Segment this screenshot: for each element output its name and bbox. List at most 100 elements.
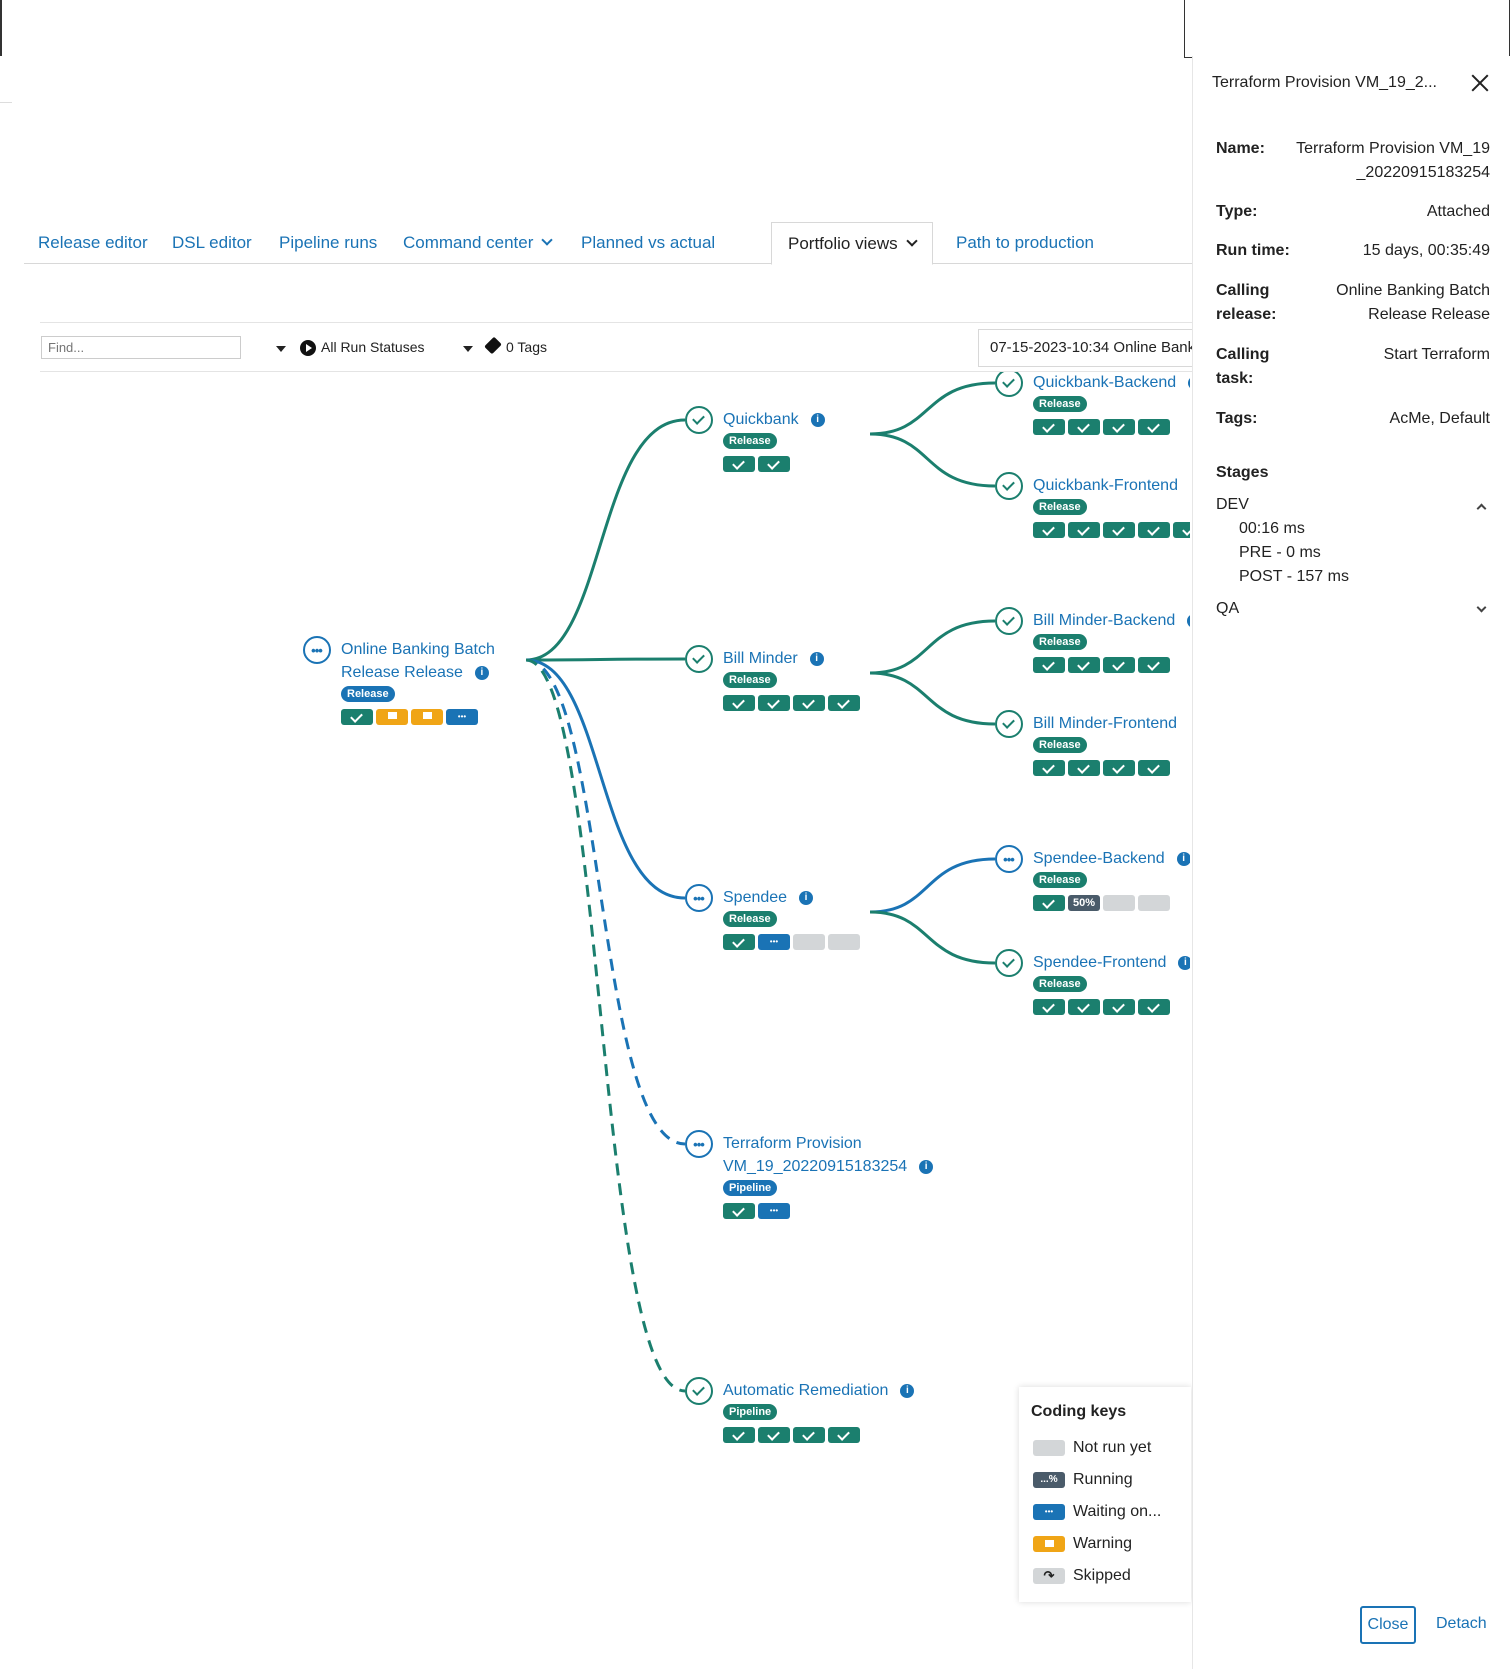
stage-chip-done[interactable]	[723, 456, 755, 472]
stage-chip-done[interactable]	[1103, 657, 1135, 673]
chevron-up-icon[interactable]	[1476, 503, 1487, 514]
stage-chip-done[interactable]	[1068, 999, 1100, 1015]
stage-chip-done[interactable]	[1033, 522, 1065, 538]
find-input[interactable]	[41, 336, 241, 359]
running-swatch-icon: ...%	[1033, 1472, 1065, 1488]
portfolio-view-page: Release editor DSL editor Pipeline runs …	[0, 0, 1512, 1669]
stage-chip-running[interactable]: 50%	[1068, 895, 1100, 911]
stage-chip-waiting[interactable]	[758, 934, 790, 950]
stage-chip-done[interactable]	[1138, 522, 1170, 538]
stage-chip-done[interactable]	[1068, 760, 1100, 776]
info-icon[interactable]: i	[1188, 376, 1190, 390]
stage-chip-notrun[interactable]	[1138, 895, 1170, 911]
node-label[interactable]: Online Banking Batch Release Release i	[341, 638, 495, 684]
stage-chip-done[interactable]	[1033, 999, 1065, 1015]
stage-chip-notrun[interactable]	[828, 934, 860, 950]
stage-chip-done[interactable]	[723, 1203, 755, 1219]
close-icon[interactable]	[1469, 72, 1491, 94]
stage-chip-warning[interactable]	[376, 709, 408, 725]
info-icon[interactable]: i	[1178, 956, 1190, 970]
info-icon[interactable]: i	[810, 413, 825, 427]
info-icon[interactable]: i	[900, 1384, 915, 1398]
stage-chip-waiting[interactable]	[758, 1203, 790, 1219]
tab-path-to-production[interactable]: Path to production	[956, 222, 1094, 264]
node-label[interactable]: Quickbank i	[723, 408, 825, 431]
stage-chip-done[interactable]	[723, 695, 755, 711]
release-selector[interactable]: 07-15-2023-10:34 Online Banking Batch Re…	[978, 329, 1208, 367]
stage-qa[interactable]: QA	[1216, 600, 1491, 624]
stage-chip-done[interactable]	[723, 1427, 755, 1443]
stage-chip-warning[interactable]	[411, 709, 443, 725]
info-icon[interactable]: i	[474, 666, 489, 680]
stage-chip-done[interactable]	[1103, 522, 1135, 538]
tab-planned-vs-actual[interactable]: Planned vs actual	[581, 222, 715, 264]
node-label-line: Bill Minder-Backend	[1033, 612, 1176, 629]
header-user-area	[1184, 0, 1510, 58]
tags-filter[interactable]: 0 Tags	[506, 339, 547, 355]
node-label-line: Terraform Provision	[723, 1135, 862, 1152]
node-label[interactable]: Quickbank-Frontend	[1033, 474, 1178, 497]
stage-chip-done[interactable]	[1068, 419, 1100, 435]
node-label[interactable]: Terraform Provision VM_19_20220915183254 i	[723, 1132, 934, 1178]
stage-chip-done[interactable]	[1103, 419, 1135, 435]
check-circle-icon	[995, 949, 1023, 977]
info-icon[interactable]: i	[1187, 614, 1190, 628]
node-label[interactable]: Automatic Remediation i	[723, 1379, 915, 1402]
node-label[interactable]: Quickbank-Backend i	[1033, 372, 1190, 394]
close-button[interactable]: Close	[1360, 1606, 1416, 1644]
stage-chip-done[interactable]	[793, 695, 825, 711]
stage-chip-done[interactable]	[828, 1427, 860, 1443]
stage-chip-done[interactable]	[758, 456, 790, 472]
tab-command-center[interactable]: Command center	[403, 222, 554, 264]
stage-chip-done[interactable]	[723, 934, 755, 950]
run-status-caret-icon[interactable]	[463, 346, 473, 352]
tab-portfolio-views[interactable]: Portfolio views	[771, 222, 933, 265]
stage-chip-done[interactable]	[1138, 419, 1170, 435]
find-dropdown-caret-icon[interactable]	[276, 346, 286, 352]
stage-chip-done[interactable]	[758, 1427, 790, 1443]
stage-dev-detail: 00:16 ms	[1239, 520, 1305, 537]
stage-chip-done[interactable]	[1138, 657, 1170, 673]
node-label[interactable]: Spendee-Backend i	[1033, 847, 1190, 870]
info-icon[interactable]: i	[919, 1160, 934, 1174]
type-badge: Release	[1033, 737, 1087, 753]
stage-chip-done[interactable]	[793, 1427, 825, 1443]
stage-chip-done[interactable]	[341, 709, 373, 725]
stage-chip-notrun[interactable]	[793, 934, 825, 950]
tab-release-editor[interactable]: Release editor	[38, 222, 148, 264]
node-label[interactable]: Bill Minder-Frontend	[1033, 712, 1177, 735]
stage-chip-done[interactable]	[1103, 760, 1135, 776]
stage-chip-done[interactable]	[1033, 895, 1065, 911]
stage-chip-waiting[interactable]	[446, 709, 478, 725]
stage-chip-done[interactable]	[1033, 419, 1065, 435]
stage-chip-done[interactable]	[1138, 999, 1170, 1015]
type-badge: Pipeline	[723, 1404, 778, 1420]
stage-chip-done[interactable]	[1033, 760, 1065, 776]
stage-chip-done[interactable]	[1033, 657, 1065, 673]
edge-root-quickbank	[525, 418, 686, 662]
field-calling-task: Calling task: Start Terraform	[1216, 346, 1490, 387]
info-icon[interactable]: i	[1176, 852, 1190, 866]
tab-dsl-editor[interactable]: DSL editor	[172, 222, 252, 264]
node-label-line: Quickbank-Backend	[1033, 374, 1177, 391]
node-label[interactable]: Spendee-Frontend i	[1033, 951, 1190, 974]
stage-chip-done[interactable]	[1103, 999, 1135, 1015]
tab-pipeline-runs[interactable]: Pipeline runs	[279, 222, 377, 264]
stage-chip-done[interactable]	[1138, 760, 1170, 776]
stage-chip-done[interactable]	[1068, 522, 1100, 538]
stage-chip-notrun[interactable]	[1103, 895, 1135, 911]
stage-chip-done[interactable]	[758, 695, 790, 711]
node-label[interactable]: Spendee i	[723, 886, 814, 909]
stage-dev[interactable]: DEV	[1216, 496, 1491, 520]
node-label[interactable]: Bill Minder-Backend i	[1033, 609, 1190, 632]
stage-chip-done[interactable]	[828, 695, 860, 711]
type-badge: Release	[723, 672, 777, 688]
detach-button[interactable]: Detach	[1436, 1615, 1487, 1633]
stage-chip-done[interactable]	[1068, 657, 1100, 673]
info-icon[interactable]: i	[799, 891, 814, 905]
info-icon[interactable]: i	[809, 652, 824, 666]
chevron-down-icon[interactable]	[1476, 602, 1487, 613]
node-label[interactable]: Bill Minder i	[723, 647, 824, 670]
stage-chip-done[interactable]	[1173, 522, 1190, 538]
run-status-filter[interactable]: All Run Statuses	[321, 339, 425, 355]
